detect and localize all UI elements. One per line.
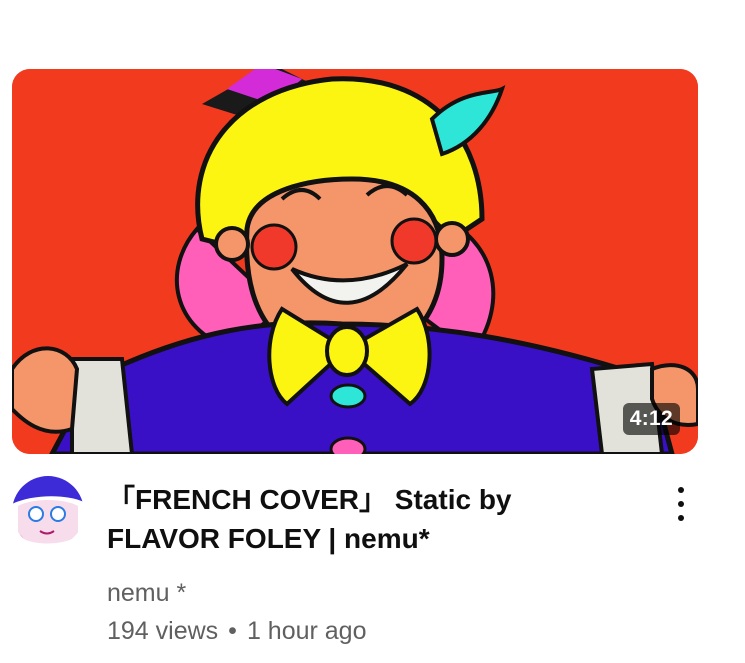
video-stats: 194 views • 1 hour ago — [107, 616, 366, 646]
more-dot — [678, 515, 684, 521]
more-vert-icon[interactable] — [662, 484, 700, 524]
stats-separator: • — [228, 617, 237, 645]
video-card[interactable]: 4:12 「FRENCH COVER」 Static by FLAVOR FOL… — [0, 0, 745, 663]
channel-avatar[interactable] — [12, 476, 84, 548]
more-dot — [678, 501, 684, 507]
video-title-line-2: FLAVOR FOLEY | nemu* — [107, 523, 430, 554]
upload-age: 1 hour ago — [246, 617, 367, 645]
duration-badge: 4:12 — [622, 403, 680, 435]
video-title-line-1: 「FRENCH COVER」 Static by — [107, 484, 512, 515]
video-details: 「FRENCH COVER」 Static by FLAVOR FOLEY | … — [0, 470, 745, 663]
video-title[interactable]: 「FRENCH COVER」 Static by FLAVOR FOLEY | … — [107, 480, 627, 558]
video-thumbnail[interactable]: 4:12 — [12, 69, 698, 454]
view-count: 194 views — [107, 617, 219, 645]
avatar-image — [12, 476, 84, 548]
thumbnail-illustration — [12, 69, 698, 454]
more-dot — [678, 487, 684, 493]
channel-name[interactable]: nemu * — [107, 578, 186, 608]
